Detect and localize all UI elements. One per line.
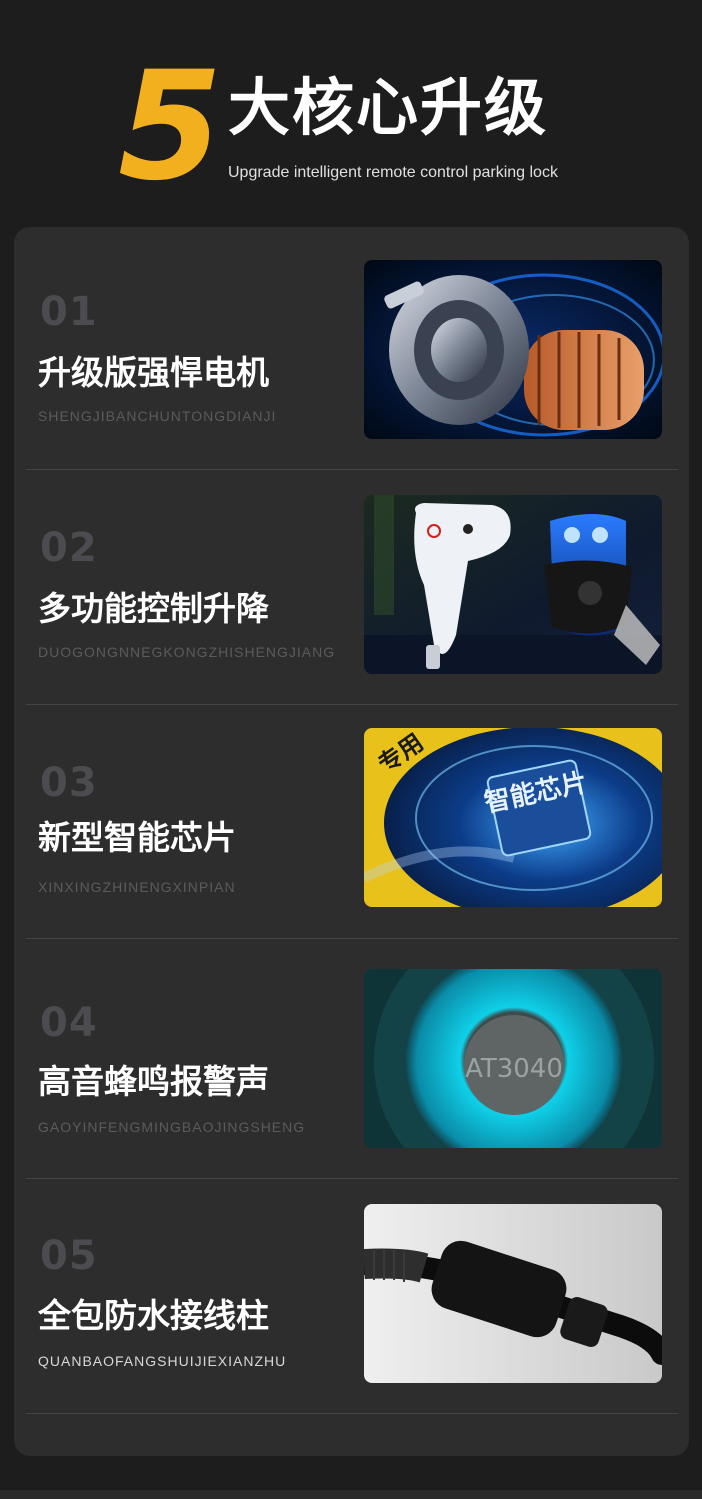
feature-title: 多功能控制升降 [38,589,269,628]
feature-row-1: 01 升级版强悍电机 SHENGJIBANCHUNTONGDIANJI [14,227,689,463]
remote-controls-image [364,495,662,674]
feature-title: 高音蜂鸣报警声 [38,1062,269,1101]
feature-pinyin: GAOYINFENGMINGBAOJINGSHENG [38,1119,306,1135]
feature-row-3: 03 新型智能芯片 XINXINGZHINENGXINPIAN 智能芯片 专用 [14,698,689,934]
buzzer-image: AT3040 [364,969,662,1148]
feature-row-2: 02 多功能控制升降 DUOGONGNNEGKONGZHISHENGJIANG [14,463,689,699]
waterproof-connector-image [364,1204,662,1383]
feature-title: 全包防水接线柱 [38,1296,269,1335]
feature-pinyin: DUOGONGNNEGKONGZHISHENGJIANG [38,644,336,660]
feature-row-4: 04 高音蜂鸣报警声 GAOYINFENGMINGBAOJINGSHENG AT… [14,938,689,1174]
feature-title: 新型智能芯片 [38,818,236,857]
feature-number: 03 [40,760,98,806]
feature-card: 01 升级版强悍电机 SHENGJIBANCHUNTONGDIANJI 02 多… [14,227,689,1456]
feature-number: 02 [40,525,98,571]
feature-pinyin: QUANBAOFANGSHUIJIEXIANZHU [38,1353,287,1369]
smart-chip-image: 智能芯片 专用 [364,728,662,907]
buzzer-text: AT3040 [465,1054,563,1084]
electric-motor-image [364,260,662,439]
feature-number: 05 [40,1233,98,1279]
feature-number: 04 [40,1000,98,1046]
hero-number: 5 [118,40,222,214]
hero-title: 大核心升级 [228,71,549,144]
feature-pinyin: SHENGJIBANCHUNTONGDIANJI [38,408,277,424]
feature-title: 升级版强悍电机 [38,353,269,392]
row-divider [26,1413,678,1414]
bottom-strip [0,1490,702,1499]
feature-pinyin: XINXINGZHINENGXINPIAN [38,879,236,895]
feature-row-5: 05 全包防水接线柱 QUANBAOFANGSHUIJIEXIANZHU [14,1178,689,1414]
feature-number: 01 [40,289,98,335]
hero-subtitle: Upgrade intelligent remote control parki… [228,164,558,181]
